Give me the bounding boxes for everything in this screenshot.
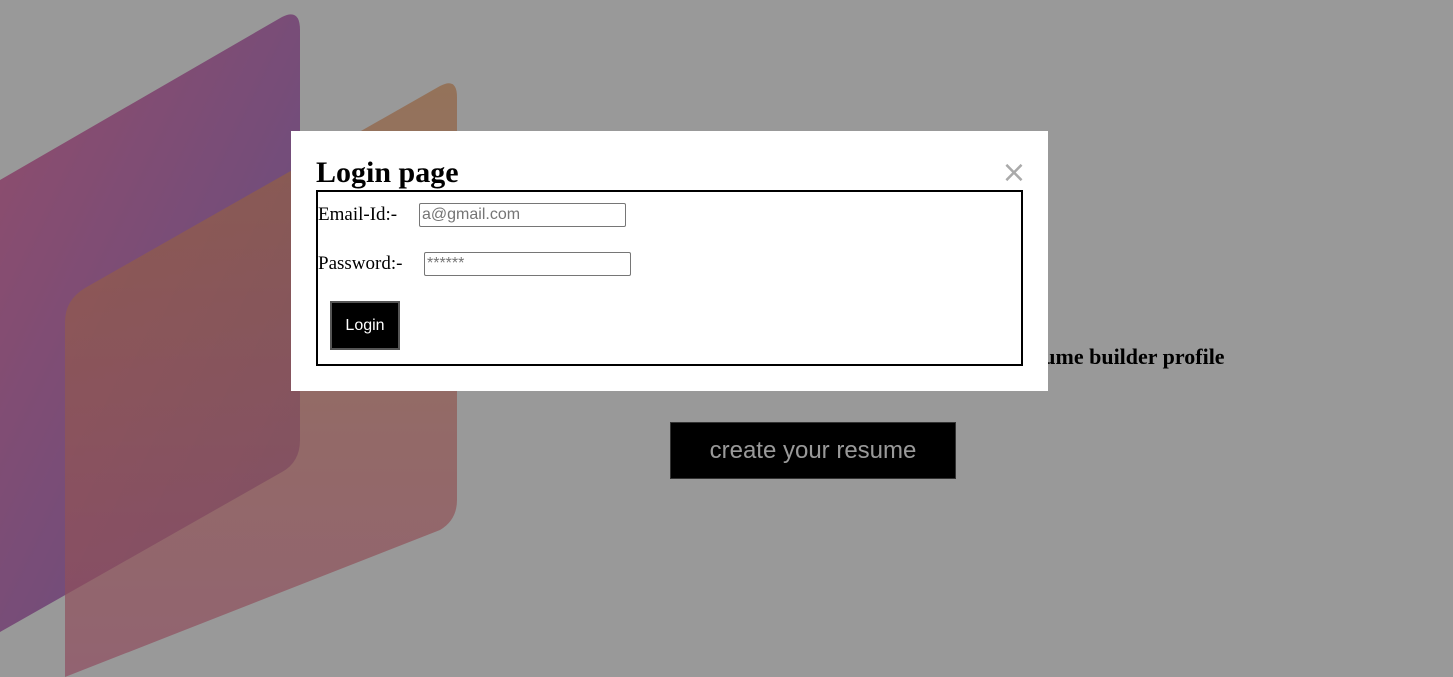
login-form: Email-Id:- Password:- Login xyxy=(316,190,1023,366)
modal-title: Login page xyxy=(316,156,459,189)
landing-page: Land any job using our best-in-class res… xyxy=(0,0,1453,677)
login-modal: Login page × Email-Id:- Password:- Login xyxy=(291,131,1048,391)
login-button[interactable]: Login xyxy=(330,301,400,350)
password-input[interactable] xyxy=(424,252,631,276)
close-icon[interactable]: × xyxy=(1001,158,1027,188)
email-label: Email-Id:- xyxy=(318,204,398,225)
password-label: Password:- xyxy=(318,253,403,274)
email-input[interactable] xyxy=(419,203,626,227)
